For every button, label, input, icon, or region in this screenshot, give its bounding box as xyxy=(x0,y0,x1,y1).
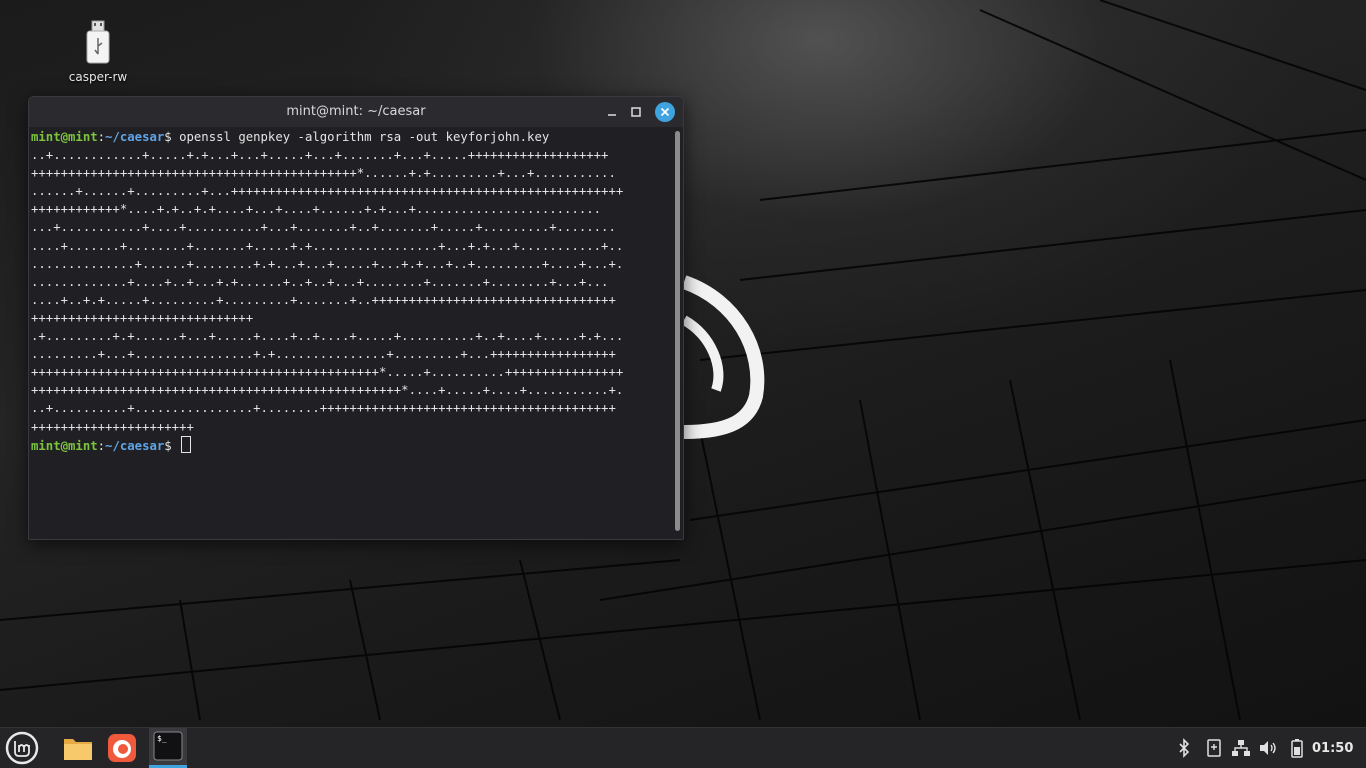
command-text: openssl genpkey -algorithm rsa -out keyf… xyxy=(179,130,550,144)
maximize-icon xyxy=(631,107,641,117)
terminal-scrollbar[interactable] xyxy=(675,131,680,531)
taskbar: $_ 01:50 xyxy=(0,727,1366,768)
close-button[interactable] xyxy=(655,102,675,122)
maximize-button[interactable] xyxy=(627,103,645,121)
terminal-content[interactable]: mint@mint:~/caesar$ openssl genpkey -alg… xyxy=(31,127,671,539)
output-line: ..+............+.....+.+...+...+.....+..… xyxy=(31,148,609,163)
menu-button[interactable] xyxy=(4,730,40,766)
output-line: ...+...........+....+..........+...+....… xyxy=(31,220,616,235)
output-line: ++++++++++++*....+.+..+.+....+...+....+.… xyxy=(31,202,602,217)
prompt-user: mint@mint xyxy=(31,438,98,453)
output-line: .........+...+................+.+.......… xyxy=(31,347,616,362)
linux-mint-menu-icon xyxy=(5,731,39,765)
firefox-icon xyxy=(108,734,136,762)
svg-text:$_: $_ xyxy=(157,734,167,743)
network-tray[interactable] xyxy=(1231,738,1251,758)
prompt-separator: : xyxy=(97,130,106,144)
usb-drive-icon xyxy=(86,20,110,64)
output-line: ....+.......+........+.......+.....+.+..… xyxy=(31,238,624,253)
output-line: ......+......+.........+...+++++++++++++… xyxy=(31,184,624,199)
close-icon xyxy=(660,107,670,117)
folder-icon xyxy=(64,739,92,760)
output-line: ++++++++++++++++++++++++++++++++++++++++… xyxy=(31,365,624,380)
current-prompt-line: mint@mint:~/caesar$ xyxy=(31,435,671,455)
firefox-launcher[interactable] xyxy=(104,730,140,766)
output-line: ++++++++++++++++++++++++++++++++++++++++… xyxy=(31,166,616,181)
volume-icon xyxy=(1260,741,1276,755)
bluetooth-tray[interactable] xyxy=(1174,738,1194,758)
output-line: ..+..........+................+........+… xyxy=(31,401,616,416)
prompt-symbol: $ xyxy=(164,130,180,144)
files-launcher[interactable] xyxy=(60,730,96,766)
prompt-symbol: $ xyxy=(164,438,180,453)
volume-tray[interactable] xyxy=(1258,738,1278,758)
minimize-icon xyxy=(608,114,616,116)
terminal-icon: $_ xyxy=(153,731,183,761)
output-line: ....+..+.+.....+.........+.........+....… xyxy=(31,292,616,307)
notes-tray[interactable] xyxy=(1204,738,1224,758)
battery-tray[interactable] xyxy=(1287,738,1307,758)
minimize-button[interactable] xyxy=(603,103,621,121)
prompt-user: mint@mint xyxy=(31,130,98,144)
desktop-icon-label: casper-rw xyxy=(68,70,128,84)
output-line: ..............+......+........+.+...+...… xyxy=(31,256,624,271)
terminal-task-button[interactable]: $_ xyxy=(149,728,187,768)
output-line: ++++++++++++++++++++++ xyxy=(31,419,194,434)
clock[interactable]: 01:50 xyxy=(1312,728,1353,768)
prompt-separator: : xyxy=(97,438,106,453)
command-line: mint@mint:~/caesar$ openssl genpkey -alg… xyxy=(31,128,671,146)
output-line: ++++++++++++++++++++++++++++++ xyxy=(31,310,254,325)
output-line: ++++++++++++++++++++++++++++++++++++++++… xyxy=(31,383,624,398)
terminal-cursor xyxy=(181,435,192,453)
terminal-window[interactable]: mint@mint: ~/caesar mint@mint:~/caesar$ … xyxy=(28,96,684,540)
prompt-path: ~/caesar xyxy=(105,130,165,144)
prompt-path: ~/caesar xyxy=(105,438,165,453)
battery-icon xyxy=(1291,739,1303,758)
bluetooth-icon xyxy=(1179,738,1190,758)
window-titlebar[interactable]: mint@mint: ~/caesar xyxy=(29,97,683,127)
window-title: mint@mint: ~/caesar xyxy=(286,104,426,119)
network-icon xyxy=(1232,740,1250,756)
notes-icon xyxy=(1207,739,1221,757)
output-line: .+.........+.+......+...+.....+....+..+.… xyxy=(31,329,624,344)
desktop-icon-casper-rw[interactable]: casper-rw xyxy=(58,20,138,84)
output-line: .............+....+..+...+.+......+..+..… xyxy=(31,274,609,289)
